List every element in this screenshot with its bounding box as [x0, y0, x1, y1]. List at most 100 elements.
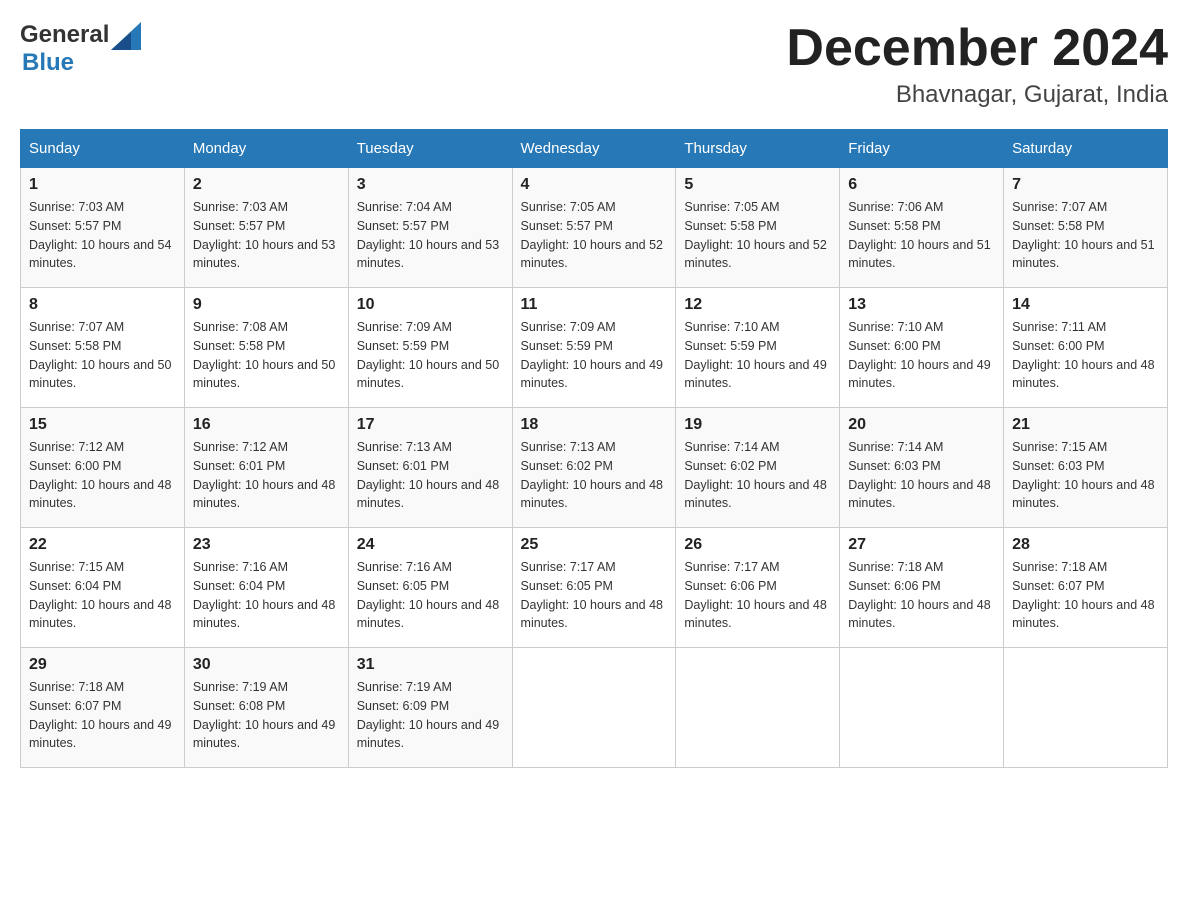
day-info: Sunrise: 7:17 AM Sunset: 6:05 PM Dayligh…	[521, 558, 668, 633]
logo-icon	[111, 22, 141, 50]
sunrise-label: Sunrise: 7:17 AM	[684, 560, 779, 574]
day-number: 29	[29, 656, 176, 674]
day-number: 28	[1012, 536, 1159, 554]
daylight-label: Daylight: 10 hours and 48 minutes.	[684, 598, 826, 631]
daylight-label: Daylight: 10 hours and 49 minutes.	[29, 718, 171, 751]
table-row: 21 Sunrise: 7:15 AM Sunset: 6:03 PM Dayl…	[1004, 408, 1168, 528]
table-row: 31 Sunrise: 7:19 AM Sunset: 6:09 PM Dayl…	[348, 648, 512, 768]
sunset-label: Sunset: 6:09 PM	[357, 699, 449, 713]
table-row: 22 Sunrise: 7:15 AM Sunset: 6:04 PM Dayl…	[21, 528, 185, 648]
daylight-label: Daylight: 10 hours and 49 minutes.	[357, 718, 499, 751]
sunrise-label: Sunrise: 7:12 AM	[29, 440, 124, 454]
sunset-label: Sunset: 6:02 PM	[521, 459, 613, 473]
day-number: 15	[29, 416, 176, 434]
sunrise-label: Sunrise: 7:12 AM	[193, 440, 288, 454]
table-row: 12 Sunrise: 7:10 AM Sunset: 5:59 PM Dayl…	[676, 288, 840, 408]
sunrise-label: Sunrise: 7:05 AM	[521, 200, 616, 214]
day-info: Sunrise: 7:14 AM Sunset: 6:02 PM Dayligh…	[684, 438, 831, 513]
table-row	[1004, 648, 1168, 768]
col-friday: Friday	[840, 130, 1004, 168]
daylight-label: Daylight: 10 hours and 51 minutes.	[1012, 238, 1154, 271]
day-number: 24	[357, 536, 504, 554]
table-row: 29 Sunrise: 7:18 AM Sunset: 6:07 PM Dayl…	[21, 648, 185, 768]
day-number: 26	[684, 536, 831, 554]
day-info: Sunrise: 7:18 AM Sunset: 6:06 PM Dayligh…	[848, 558, 995, 633]
table-row: 6 Sunrise: 7:06 AM Sunset: 5:58 PM Dayli…	[840, 168, 1004, 288]
table-row: 17 Sunrise: 7:13 AM Sunset: 6:01 PM Dayl…	[348, 408, 512, 528]
day-number: 9	[193, 296, 340, 314]
day-number: 10	[357, 296, 504, 314]
daylight-label: Daylight: 10 hours and 48 minutes.	[521, 478, 663, 511]
day-number: 5	[684, 176, 831, 194]
day-info: Sunrise: 7:05 AM Sunset: 5:57 PM Dayligh…	[521, 198, 668, 273]
col-sunday: Sunday	[21, 130, 185, 168]
day-info: Sunrise: 7:12 AM Sunset: 6:00 PM Dayligh…	[29, 438, 176, 513]
daylight-label: Daylight: 10 hours and 48 minutes.	[193, 478, 335, 511]
daylight-label: Daylight: 10 hours and 49 minutes.	[193, 718, 335, 751]
table-row	[840, 648, 1004, 768]
table-row: 13 Sunrise: 7:10 AM Sunset: 6:00 PM Dayl…	[840, 288, 1004, 408]
day-number: 20	[848, 416, 995, 434]
logo-blue-text: Blue	[22, 50, 141, 76]
table-row: 23 Sunrise: 7:16 AM Sunset: 6:04 PM Dayl…	[184, 528, 348, 648]
day-info: Sunrise: 7:15 AM Sunset: 6:04 PM Dayligh…	[29, 558, 176, 633]
col-tuesday: Tuesday	[348, 130, 512, 168]
calendar-header-row: Sunday Monday Tuesday Wednesday Thursday…	[21, 130, 1168, 168]
sunrise-label: Sunrise: 7:09 AM	[357, 320, 452, 334]
daylight-label: Daylight: 10 hours and 48 minutes.	[848, 598, 990, 631]
sunrise-label: Sunrise: 7:09 AM	[521, 320, 616, 334]
day-number: 31	[357, 656, 504, 674]
day-number: 13	[848, 296, 995, 314]
daylight-label: Daylight: 10 hours and 48 minutes.	[29, 598, 171, 631]
col-saturday: Saturday	[1004, 130, 1168, 168]
table-row: 10 Sunrise: 7:09 AM Sunset: 5:59 PM Dayl…	[348, 288, 512, 408]
col-thursday: Thursday	[676, 130, 840, 168]
daylight-label: Daylight: 10 hours and 48 minutes.	[357, 478, 499, 511]
daylight-label: Daylight: 10 hours and 54 minutes.	[29, 238, 171, 271]
day-info: Sunrise: 7:07 AM Sunset: 5:58 PM Dayligh…	[29, 318, 176, 393]
day-number: 7	[1012, 176, 1159, 194]
daylight-label: Daylight: 10 hours and 48 minutes.	[1012, 598, 1154, 631]
sunset-label: Sunset: 6:02 PM	[684, 459, 776, 473]
sunset-label: Sunset: 5:57 PM	[521, 219, 613, 233]
table-row: 19 Sunrise: 7:14 AM Sunset: 6:02 PM Dayl…	[676, 408, 840, 528]
sunrise-label: Sunrise: 7:14 AM	[848, 440, 943, 454]
sunrise-label: Sunrise: 7:10 AM	[684, 320, 779, 334]
day-info: Sunrise: 7:18 AM Sunset: 6:07 PM Dayligh…	[1012, 558, 1159, 633]
sunset-label: Sunset: 6:04 PM	[29, 579, 121, 593]
table-row: 27 Sunrise: 7:18 AM Sunset: 6:06 PM Dayl…	[840, 528, 1004, 648]
sunrise-label: Sunrise: 7:10 AM	[848, 320, 943, 334]
table-row: 2 Sunrise: 7:03 AM Sunset: 5:57 PM Dayli…	[184, 168, 348, 288]
sunset-label: Sunset: 6:00 PM	[1012, 339, 1104, 353]
day-info: Sunrise: 7:15 AM Sunset: 6:03 PM Dayligh…	[1012, 438, 1159, 513]
location-subtitle: Bhavnagar, Gujarat, India	[786, 81, 1168, 109]
daylight-label: Daylight: 10 hours and 48 minutes.	[1012, 358, 1154, 391]
day-number: 27	[848, 536, 995, 554]
daylight-label: Daylight: 10 hours and 48 minutes.	[1012, 478, 1154, 511]
table-row: 14 Sunrise: 7:11 AM Sunset: 6:00 PM Dayl…	[1004, 288, 1168, 408]
day-info: Sunrise: 7:19 AM Sunset: 6:09 PM Dayligh…	[357, 678, 504, 753]
daylight-label: Daylight: 10 hours and 48 minutes.	[29, 478, 171, 511]
sunset-label: Sunset: 5:57 PM	[29, 219, 121, 233]
day-info: Sunrise: 7:19 AM Sunset: 6:08 PM Dayligh…	[193, 678, 340, 753]
day-info: Sunrise: 7:03 AM Sunset: 5:57 PM Dayligh…	[29, 198, 176, 273]
day-info: Sunrise: 7:10 AM Sunset: 6:00 PM Dayligh…	[848, 318, 995, 393]
sunrise-label: Sunrise: 7:18 AM	[29, 680, 124, 694]
sunrise-label: Sunrise: 7:13 AM	[357, 440, 452, 454]
day-number: 30	[193, 656, 340, 674]
day-number: 11	[521, 296, 668, 314]
logo-general-text: General	[20, 22, 109, 48]
table-row: 8 Sunrise: 7:07 AM Sunset: 5:58 PM Dayli…	[21, 288, 185, 408]
table-row: 1 Sunrise: 7:03 AM Sunset: 5:57 PM Dayli…	[21, 168, 185, 288]
sunset-label: Sunset: 6:07 PM	[29, 699, 121, 713]
table-row: 28 Sunrise: 7:18 AM Sunset: 6:07 PM Dayl…	[1004, 528, 1168, 648]
sunset-label: Sunset: 6:06 PM	[848, 579, 940, 593]
table-row: 15 Sunrise: 7:12 AM Sunset: 6:00 PM Dayl…	[21, 408, 185, 528]
sunset-label: Sunset: 5:58 PM	[1012, 219, 1104, 233]
table-row: 25 Sunrise: 7:17 AM Sunset: 6:05 PM Dayl…	[512, 528, 676, 648]
sunrise-label: Sunrise: 7:18 AM	[1012, 560, 1107, 574]
day-number: 6	[848, 176, 995, 194]
sunset-label: Sunset: 6:03 PM	[1012, 459, 1104, 473]
calendar-table: Sunday Monday Tuesday Wednesday Thursday…	[20, 129, 1168, 768]
sunset-label: Sunset: 5:58 PM	[193, 339, 285, 353]
